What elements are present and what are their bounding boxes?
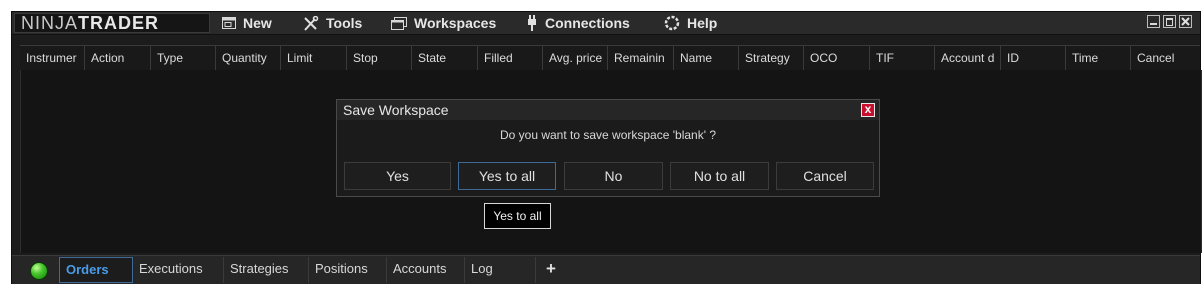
yes-to-all-button[interactable]: Yes to all xyxy=(458,162,556,190)
no-to-all-button[interactable]: No to all xyxy=(670,162,769,190)
column-header[interactable]: OCO xyxy=(804,46,870,70)
column-header[interactable]: Remainin xyxy=(608,46,674,70)
orders-window: NINJATRADER New Tools Workspaces Connect… xyxy=(11,11,1202,284)
menu-connections[interactable]: Connections xyxy=(526,14,630,32)
column-header[interactable]: Name xyxy=(674,46,739,70)
column-header[interactable]: Filled xyxy=(478,46,543,70)
tooltip: Yes to all xyxy=(484,203,551,229)
column-header[interactable]: Action xyxy=(85,46,151,70)
column-header[interactable]: Strategy xyxy=(739,46,804,70)
menu-help[interactable]: Help xyxy=(664,14,717,32)
save-workspace-dialog: Save Workspace x Do you want to save wor… xyxy=(336,99,880,197)
column-header[interactable]: Account d xyxy=(935,46,1001,70)
dialog-close-icon[interactable]: x xyxy=(861,103,875,117)
column-header[interactable]: Instrumer xyxy=(20,46,85,70)
yes-button[interactable]: Yes xyxy=(344,162,451,190)
workspaces-icon xyxy=(391,16,407,30)
new-window-icon xyxy=(222,17,236,29)
help-icon xyxy=(664,15,680,31)
tab-accounts[interactable]: Accounts xyxy=(387,257,465,283)
orders-grid-header: Instrumer Action Type Quantity Limit Sto… xyxy=(20,45,1200,71)
connection-status-icon xyxy=(30,262,48,280)
cancel-button[interactable]: Cancel xyxy=(776,162,874,190)
no-button[interactable]: No xyxy=(564,162,663,190)
menu-workspaces[interactable]: Workspaces xyxy=(391,14,496,32)
dialog-title: Save Workspace xyxy=(337,100,879,120)
maximize-icon[interactable] xyxy=(1163,15,1176,28)
add-tab-button[interactable]: + xyxy=(540,257,562,283)
close-icon[interactable] xyxy=(1179,15,1192,28)
minimize-icon[interactable] xyxy=(1147,15,1160,28)
tab-executions[interactable]: Executions xyxy=(133,257,224,283)
tab-positions[interactable]: Positions xyxy=(309,257,387,283)
column-header[interactable]: Limit xyxy=(281,46,347,70)
column-header[interactable]: State xyxy=(412,46,478,70)
menu-new[interactable]: New xyxy=(222,14,272,32)
column-header[interactable]: Stop xyxy=(347,46,412,70)
tab-log[interactable]: Log xyxy=(465,257,536,283)
tab-strategies[interactable]: Strategies xyxy=(224,257,309,283)
connections-icon xyxy=(528,15,536,31)
column-header[interactable]: TIF xyxy=(870,46,935,70)
column-header[interactable]: Type xyxy=(151,46,216,70)
dialog-message: Do you want to save workspace 'blank' ? xyxy=(499,128,717,142)
menu-bar: NINJATRADER New Tools Workspaces Connect… xyxy=(12,12,1200,35)
tools-icon xyxy=(304,15,319,31)
column-header[interactable]: Cancel xyxy=(1131,46,1200,70)
column-header[interactable]: Avg. price xyxy=(543,46,608,70)
ninjatrader-logo: NINJATRADER xyxy=(14,13,210,33)
tab-orders[interactable]: Orders xyxy=(59,257,133,283)
menu-tools[interactable]: Tools xyxy=(303,14,362,32)
column-header[interactable]: Quantity xyxy=(216,46,281,70)
bottom-tab-bar: Orders Executions Strategies Positions A… xyxy=(12,255,1200,284)
column-header[interactable]: Time xyxy=(1066,46,1131,70)
column-header[interactable]: ID xyxy=(1001,46,1066,70)
